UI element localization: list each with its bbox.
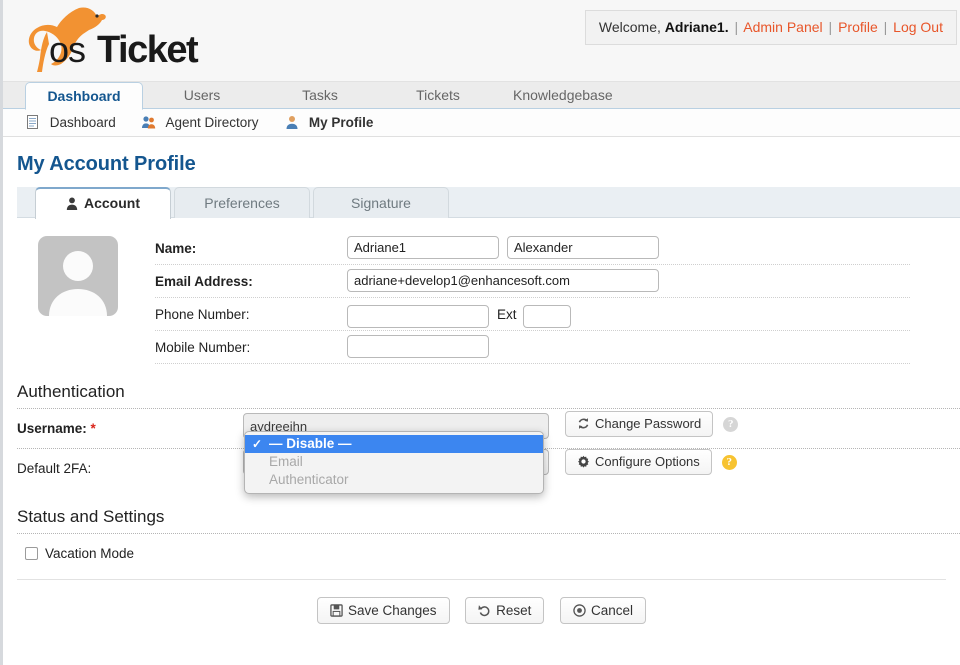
tab-account[interactable]: Account — [35, 187, 171, 219]
tab-knowledgebase[interactable]: Knowledgebase — [497, 82, 629, 109]
field-row-phone: Phone Number: Ext — [155, 298, 910, 331]
dropdown-option-email-label: Email — [269, 454, 303, 469]
profile-fields: Name: Email Address: Phone Number: Ext Mo… — [155, 232, 960, 364]
account-form: Name: Email Address: Phone Number: Ext Mo… — [3, 218, 960, 364]
dropdown-option-authenticator[interactable]: Authenticator — [245, 471, 543, 489]
mobile-label: Mobile Number: — [155, 331, 347, 364]
authentication-heading: Authentication — [17, 382, 960, 409]
tab-account-label: Account — [84, 195, 140, 211]
status-settings-heading: Status and Settings — [17, 507, 960, 534]
tab-tickets[interactable]: Tickets — [379, 82, 497, 109]
person-icon — [66, 191, 78, 204]
last-name-input[interactable] — [507, 236, 659, 259]
default-2fa-select[interactable]: ⌄ ✓— Disable — Email Authenticator — [243, 449, 549, 475]
default-2fa-dropdown-menu[interactable]: ✓ — Disable — Email Authenticator — [244, 431, 544, 494]
welcome-separator-1: | — [732, 19, 740, 35]
phone-label: Phone Number: — [155, 298, 347, 331]
osticket-logo[interactable]: os Ticket — [17, 2, 247, 76]
save-icon — [330, 600, 343, 613]
svg-text:os: os — [49, 29, 85, 70]
app-window: os Ticket Welcome, Adriane1. | Admin Pan… — [0, 0, 960, 665]
gear-icon — [577, 452, 590, 465]
welcome-username: Adriane1. — [665, 19, 729, 35]
change-password-button[interactable]: Change Password — [565, 411, 713, 437]
logout-link[interactable]: Log Out — [893, 19, 943, 35]
name-label: Name: — [155, 232, 347, 265]
tab-users[interactable]: Users — [143, 82, 261, 109]
cancel-label: Cancel — [591, 603, 633, 618]
page-title: My Account Profile — [17, 153, 960, 176]
email-label: Email Address: — [155, 265, 347, 298]
document-icon — [25, 112, 41, 128]
cancel-icon — [573, 600, 586, 613]
main-navigation: DashboardUsersTasksTicketsKnowledgebase — [3, 82, 960, 109]
field-row-default-2fa: Default 2FA: ⌄ ✓— Disable — Email Authen… — [17, 449, 960, 489]
profile-link[interactable]: Profile — [838, 19, 878, 35]
vacation-mode-label: Vacation Mode — [45, 546, 134, 561]
change-password-help-icon[interactable]: ? — [723, 417, 738, 432]
configure-options-button[interactable]: Configure Options — [565, 449, 712, 475]
svg-text:Ticket: Ticket — [97, 29, 199, 71]
form-actions: Save Changes Reset Cancel — [3, 597, 960, 624]
authentication-fields: Username: * Change Password ? Default 2F… — [17, 409, 960, 489]
vacation-mode-checkbox[interactable] — [25, 547, 38, 560]
default-2fa-label: Default 2FA: — [17, 449, 243, 489]
field-row-name: Name: — [155, 232, 910, 265]
subnav-item-agent-directory[interactable]: Agent Directory — [141, 109, 258, 137]
welcome-separator-2: | — [827, 19, 835, 35]
account-tabbar: Account PreferencesSignature — [17, 187, 960, 218]
tab-dashboard[interactable]: Dashboard — [25, 82, 143, 110]
reset-icon — [478, 600, 491, 613]
field-row-email: Email Address: — [155, 265, 910, 298]
subnav-label-dashboard: Dashboard — [50, 115, 116, 130]
phone-number-input[interactable] — [347, 305, 489, 328]
welcome-separator-3: | — [882, 19, 890, 35]
reset-button[interactable]: Reset — [465, 597, 544, 624]
tab-signature[interactable]: Signature — [313, 187, 449, 218]
person-icon — [284, 112, 300, 128]
welcome-text: Welcome, — [599, 19, 661, 35]
ext-label: Ext — [497, 298, 517, 331]
subnav-item-my-profile[interactable]: My Profile — [284, 109, 373, 137]
dropdown-option-disable[interactable]: ✓ — Disable — — [245, 435, 543, 453]
change-password-label: Change Password — [595, 416, 701, 431]
required-marker: * — [91, 421, 96, 436]
dropdown-option-email[interactable]: Email — [245, 453, 543, 471]
mobile-number-input[interactable] — [347, 335, 489, 358]
sub-navigation: Dashboard Agent Directory My Profile — [3, 109, 960, 137]
subnav-item-dashboard[interactable]: Dashboard — [25, 109, 116, 137]
people-icon — [141, 112, 157, 128]
configure-options-label: Configure Options — [595, 454, 700, 469]
cancel-button[interactable]: Cancel — [560, 597, 646, 624]
tab-tasks[interactable]: Tasks — [261, 82, 379, 109]
tabbar-leading-gap — [17, 187, 35, 218]
tab-preferences[interactable]: Preferences — [174, 187, 310, 218]
field-row-mobile: Mobile Number: — [155, 331, 910, 364]
first-name-input[interactable] — [347, 236, 499, 259]
subnav-label-agent-directory: Agent Directory — [165, 115, 258, 130]
reset-label: Reset — [496, 603, 531, 618]
email-field[interactable] — [347, 269, 659, 292]
configure-options-help-icon[interactable]: ? — [722, 455, 737, 470]
username-label: Username: * — [17, 409, 243, 449]
page-header: os Ticket Welcome, Adriane1. | Admin Pan… — [3, 0, 960, 82]
dropdown-option-disable-label: — Disable — — [269, 436, 352, 451]
save-changes-label: Save Changes — [348, 603, 437, 618]
check-icon: ✓ — [252, 435, 262, 453]
refresh-icon — [577, 414, 590, 427]
dropdown-option-authenticator-label: Authenticator — [269, 472, 349, 487]
avatar[interactable] — [38, 236, 118, 316]
vacation-mode-row[interactable]: Vacation Mode — [25, 546, 960, 561]
subnav-label-my-profile: My Profile — [309, 115, 374, 130]
username-label-text: Username: — [17, 421, 87, 436]
save-changes-button[interactable]: Save Changes — [317, 597, 450, 624]
form-divider — [17, 579, 946, 580]
welcome-bar: Welcome, Adriane1. | Admin Panel | Profi… — [585, 10, 957, 45]
admin-panel-link[interactable]: Admin Panel — [743, 19, 822, 35]
phone-ext-input[interactable] — [523, 305, 571, 328]
